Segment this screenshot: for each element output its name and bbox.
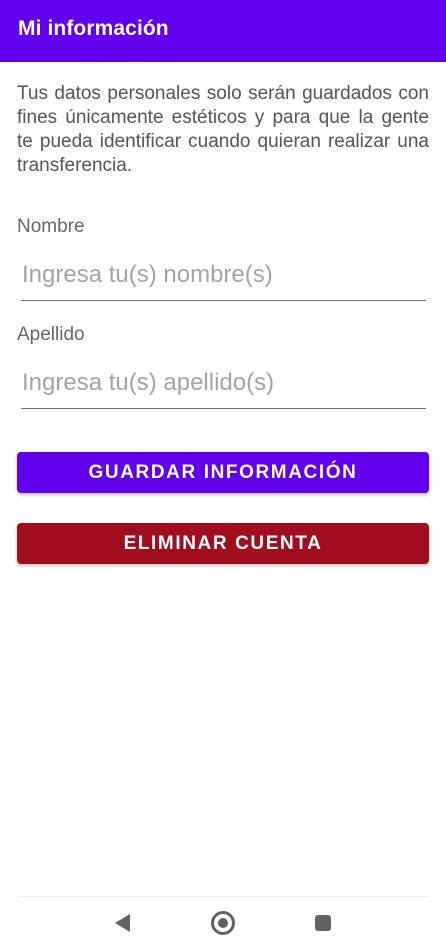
- last-name-label: Apellido: [17, 324, 85, 345]
- home-circle-icon: [211, 911, 235, 935]
- save-info-button[interactable]: GUARDAR INFORMACIÓN: [17, 452, 429, 493]
- back-button[interactable]: [108, 909, 136, 937]
- first-name-input[interactable]: [21, 256, 426, 301]
- recents-square-icon: [315, 915, 331, 931]
- recents-button[interactable]: [309, 909, 337, 937]
- nav-divider: [18, 896, 428, 897]
- screen: Mi información Tus datos personales solo…: [0, 0, 446, 950]
- privacy-description: Tus datos personales solo serán guardado…: [17, 83, 429, 176]
- delete-account-button[interactable]: ELIMINAR CUENTA: [17, 523, 429, 564]
- home-dot: [218, 918, 228, 928]
- page-title: Mi información: [18, 17, 169, 40]
- app-bar: Mi información: [0, 0, 446, 62]
- back-triangle-icon: [114, 914, 130, 932]
- first-name-label: Nombre: [17, 216, 85, 237]
- system-nav-bar: [0, 896, 446, 950]
- home-button[interactable]: [209, 909, 237, 937]
- last-name-input[interactable]: [21, 364, 426, 409]
